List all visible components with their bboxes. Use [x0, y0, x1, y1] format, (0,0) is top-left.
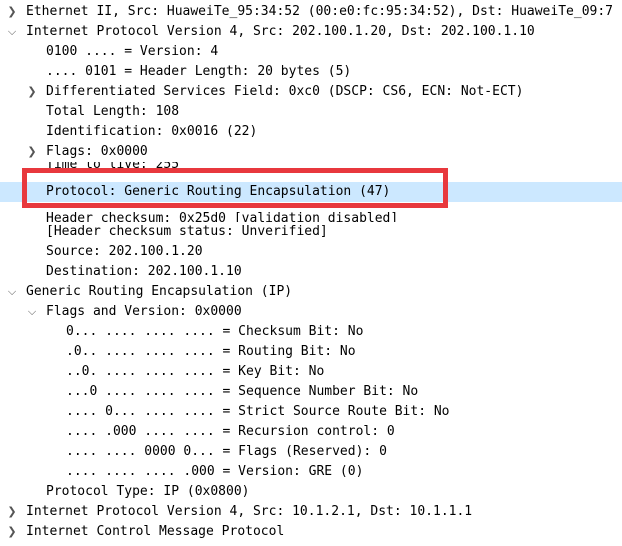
tree-row-label: [Header checksum status: Unverified]	[46, 224, 328, 239]
tree-row-label: Identification: 0x0016 (22)	[46, 124, 258, 139]
tree-row-ipv4-inner[interactable]: ❯ Internet Protocol Version 4, Src: 10.1…	[0, 502, 622, 522]
tree-row-label: .... .... .... .000 = Version: GRE (0)	[66, 464, 364, 479]
tree-row-label: .0.. .... .... .... = Routing Bit: No	[66, 344, 356, 359]
tree-row-label: Protocol Type: IP (0x0800)	[46, 484, 250, 499]
chevron-right-icon[interactable]: ❯	[6, 522, 18, 542]
tree-row-label: ...0 .... .... .... = Sequence Number Bi…	[66, 384, 419, 399]
tree-row-strict-source-route-bit[interactable]: .... 0... .... .... = Strict Source Rout…	[0, 402, 622, 422]
tree-row-label: .... .... 0000 0... = Flags (Reserved): …	[66, 444, 387, 459]
tree-row-label: Time to live: 255	[46, 162, 180, 172]
tree-row-label: 0100 .... = Version: 4	[46, 44, 219, 59]
chevron-down-icon[interactable]: ⌵	[6, 282, 18, 302]
chevron-right-icon[interactable]: ❯	[26, 142, 38, 162]
tree-row-flags[interactable]: ❯ Flags: 0x0000	[0, 142, 622, 162]
tree-row-label: Ethernet II, Src: HuaweiTe_95:34:52 (00:…	[26, 4, 613, 19]
tree-row-label: Internet Control Message Protocol	[26, 524, 285, 539]
tree-row-checksum-status[interactable]: [Header checksum status: Unverified]	[0, 222, 622, 242]
tree-row-label: Protocol: Generic Routing Encapsulation …	[46, 184, 391, 199]
tree-row-label: Generic Routing Encapsulation (IP)	[26, 284, 293, 299]
tree-row-label: .... .000 .... .... = Recursion control:…	[66, 424, 395, 439]
tree-row-ip-version[interactable]: 0100 .... = Version: 4	[0, 42, 622, 62]
chevron-right-icon[interactable]: ❯	[26, 82, 38, 102]
tree-row-protocol[interactable]: Protocol: Generic Routing Encapsulation …	[0, 182, 622, 202]
tree-row-label: Internet Protocol Version 4, Src: 10.1.2…	[26, 504, 473, 519]
tree-row-protocol-type[interactable]: Protocol Type: IP (0x0800)	[0, 482, 622, 502]
tree-row-destination[interactable]: Destination: 202.100.1.10	[0, 262, 622, 282]
tree-row-routing-bit[interactable]: .0.. .... .... .... = Routing Bit: No	[0, 342, 622, 362]
tree-row-label: Destination: 202.100.1.10	[46, 264, 242, 279]
tree-row-label: Total Length: 108	[46, 104, 180, 119]
tree-row-ttl[interactable]: Time to live: 255	[0, 162, 622, 182]
tree-row-total-length[interactable]: Total Length: 108	[0, 102, 622, 122]
tree-row-label: Header checksum: 0x25d0 [validation disa…	[46, 211, 399, 222]
tree-row-label: Source: 202.100.1.20	[46, 244, 203, 259]
tree-row-checksum-bit[interactable]: 0... .... .... .... = Checksum Bit: No	[0, 322, 622, 342]
chevron-down-icon[interactable]: ⌵	[6, 22, 18, 42]
tree-row-ethernet[interactable]: ❯ Ethernet II, Src: HuaweiTe_95:34:52 (0…	[0, 2, 622, 22]
tree-row-icmp[interactable]: ❯ Internet Control Message Protocol	[0, 522, 622, 542]
tree-row-gre[interactable]: ⌵ Generic Routing Encapsulation (IP)	[0, 282, 622, 302]
tree-row-sequence-bit[interactable]: ...0 .... .... .... = Sequence Number Bi…	[0, 382, 622, 402]
tree-row-gre-flags-version[interactable]: ⌵ Flags and Version: 0x0000	[0, 302, 622, 322]
tree-row-flags-reserved[interactable]: .... .... 0000 0... = Flags (Reserved): …	[0, 442, 622, 462]
tree-row-header-length[interactable]: .... 0101 = Header Length: 20 bytes (5)	[0, 62, 622, 82]
tree-row-recursion-control[interactable]: .... .000 .... .... = Recursion control:…	[0, 422, 622, 442]
tree-row-ipv4-outer[interactable]: ⌵ Internet Protocol Version 4, Src: 202.…	[0, 22, 622, 42]
tree-row-label: Flags and Version: 0x0000	[46, 304, 242, 319]
tree-row-key-bit[interactable]: ..0. .... .... .... = Key Bit: No	[0, 362, 622, 382]
tree-row-label: .... 0... .... .... = Strict Source Rout…	[66, 404, 450, 419]
packet-details-tree: ❯ Ethernet II, Src: HuaweiTe_95:34:52 (0…	[0, 2, 622, 542]
chevron-right-icon[interactable]: ❯	[6, 502, 18, 522]
tree-row-gre-version[interactable]: .... .... .... .000 = Version: GRE (0)	[0, 462, 622, 482]
tree-row-label: Differentiated Services Field: 0xc0 (DSC…	[46, 84, 524, 99]
chevron-down-icon[interactable]: ⌵	[26, 302, 38, 322]
tree-row-label: Flags: 0x0000	[46, 144, 148, 159]
tree-row-dsfield[interactable]: ❯ Differentiated Services Field: 0xc0 (D…	[0, 82, 622, 102]
chevron-right-icon[interactable]: ❯	[6, 2, 18, 22]
tree-row-label: ..0. .... .... .... = Key Bit: No	[66, 364, 325, 379]
tree-row-label: 0... .... .... .... = Checksum Bit: No	[66, 324, 364, 339]
tree-row-label: Internet Protocol Version 4, Src: 202.10…	[26, 24, 535, 39]
tree-row-identification[interactable]: Identification: 0x0016 (22)	[0, 122, 622, 142]
tree-row-source[interactable]: Source: 202.100.1.20	[0, 242, 622, 262]
tree-row-label: .... 0101 = Header Length: 20 bytes (5)	[46, 64, 352, 79]
tree-row-header-checksum[interactable]: Header checksum: 0x25d0 [validation disa…	[0, 202, 622, 222]
